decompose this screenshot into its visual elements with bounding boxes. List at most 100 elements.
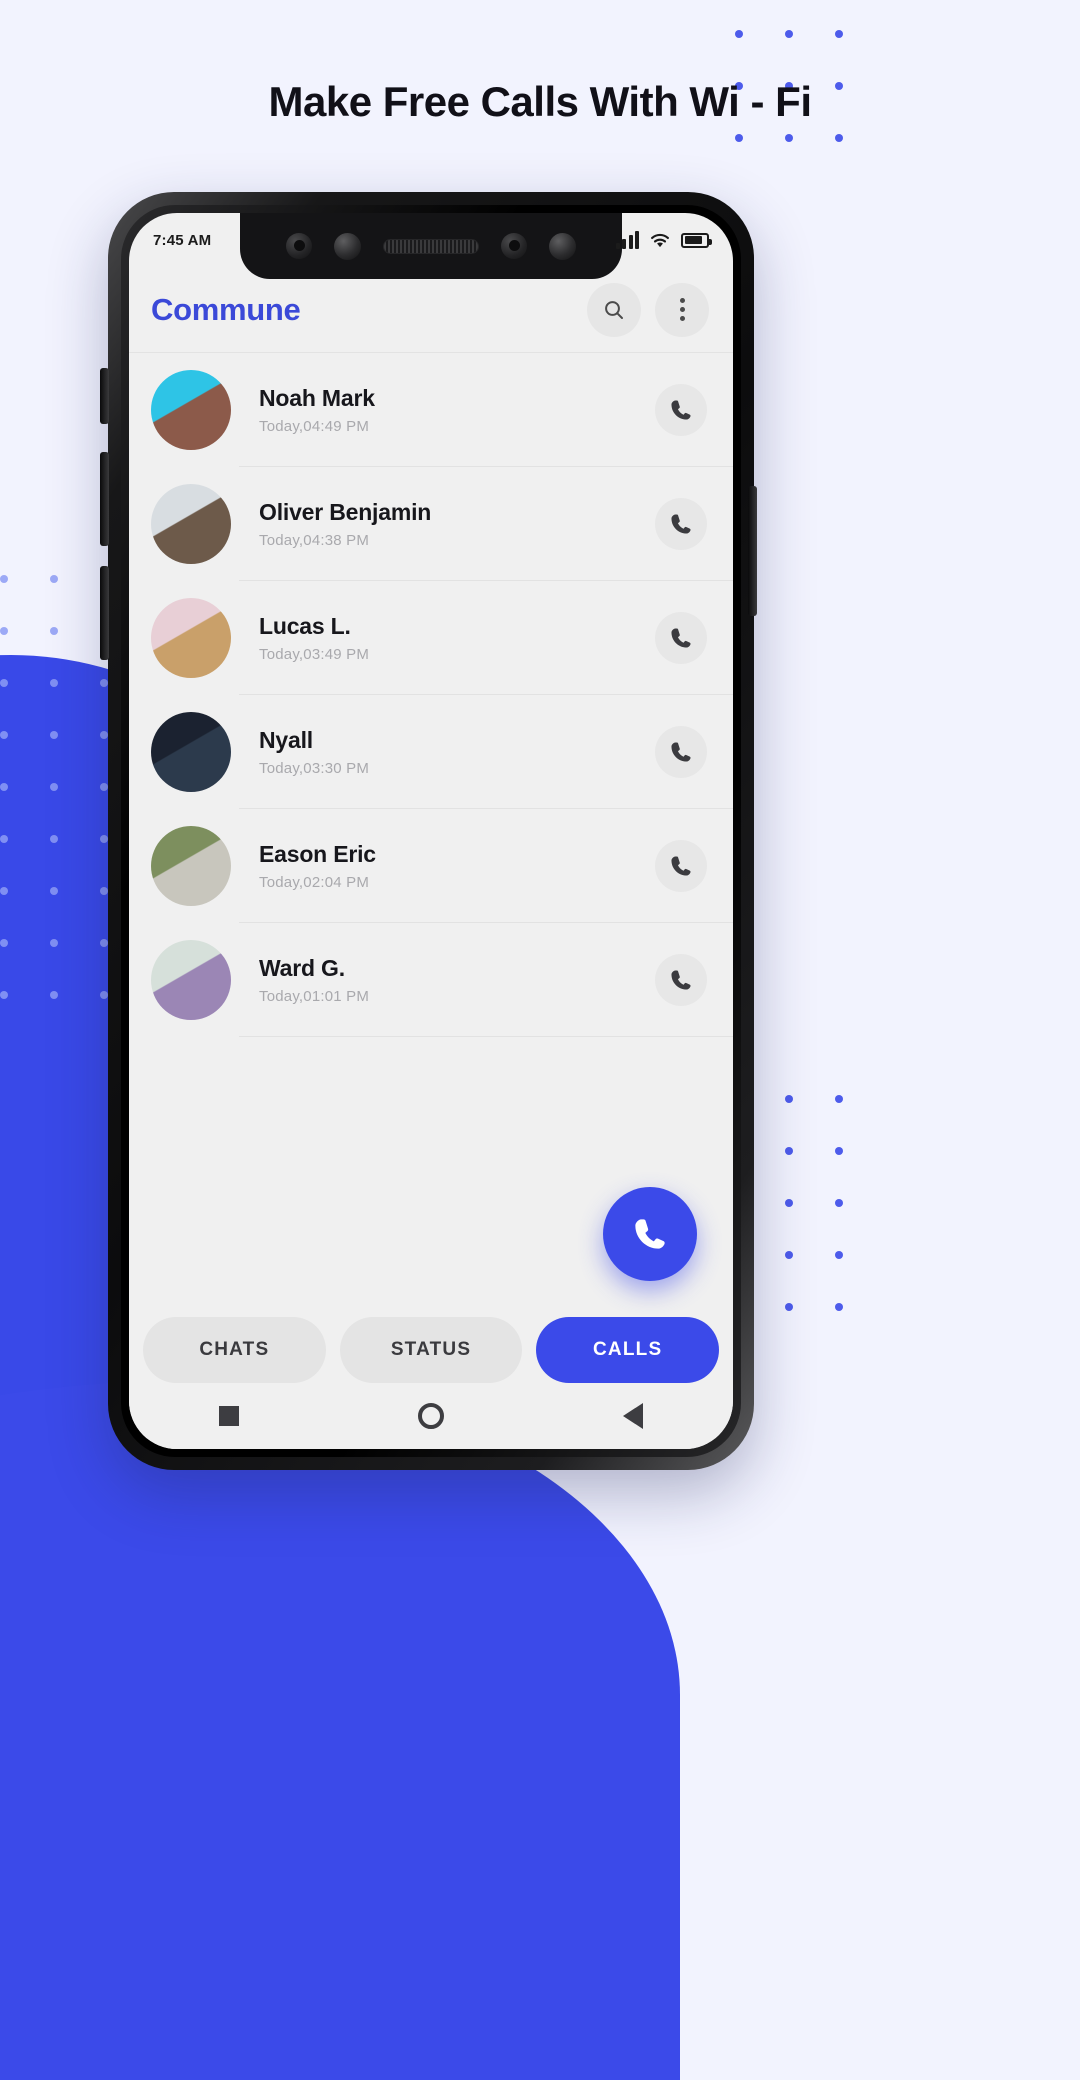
contact-name: Noah Mark — [259, 385, 375, 411]
call-info: Noah Mark Today,04:49 PM — [231, 385, 655, 435]
bottom-tab-bar: CHATS STATUS CALLS — [129, 1317, 733, 1383]
decorative-dot — [835, 1147, 843, 1155]
call-timestamp: Today,04:49 PM — [259, 418, 370, 435]
contact-name: Nyall — [259, 727, 313, 753]
decorative-dot — [735, 30, 743, 38]
avatar — [151, 712, 231, 792]
phone-bezel: 7:45 AM Commune Noah Mark Today,04:49 PM… — [121, 205, 741, 1457]
decorative-dot — [785, 1147, 793, 1155]
call-timestamp: Today,02:04 PM — [259, 874, 370, 891]
phone-icon — [635, 1219, 665, 1249]
decorative-dot — [0, 575, 8, 583]
circle-icon[interactable] — [417, 1403, 444, 1429]
android-nav-bar — [129, 1383, 733, 1449]
decorative-dot — [50, 887, 58, 895]
decorative-dot — [50, 939, 58, 947]
call-log-list: Noah Mark Today,04:49 PM Oliver Benjamin To… — [129, 353, 733, 1037]
decorative-dot — [50, 783, 58, 791]
app-bar: Commune — [129, 267, 733, 353]
call-timestamp: Today,03:30 PM — [259, 760, 370, 777]
decorative-dot — [50, 679, 58, 687]
decorative-dot — [100, 679, 108, 687]
triangle-back-icon[interactable] — [623, 1403, 644, 1429]
decorative-dot — [785, 1303, 793, 1311]
phone-icon — [671, 400, 691, 420]
call-info: Nyall Today,03:30 PM — [231, 727, 655, 777]
decorative-dot — [835, 1199, 843, 1207]
decorative-dot — [100, 939, 108, 947]
decorative-dot — [835, 1095, 843, 1103]
decorative-dot — [0, 627, 8, 635]
search-button[interactable] — [587, 282, 641, 337]
decorative-dot — [100, 835, 108, 843]
phone-screen: 7:45 AM Commune Noah Mark Today,04:49 PM… — [129, 213, 733, 1449]
decorative-dot — [100, 887, 108, 895]
decorative-dot — [835, 1251, 843, 1259]
new-call-fab[interactable] — [603, 1187, 697, 1281]
phone-button-mute — [100, 368, 109, 424]
decorative-dot — [785, 30, 793, 38]
square-icon[interactable] — [218, 1406, 239, 1426]
call-info: Eason Eric Today,02:04 PM — [231, 841, 655, 891]
avatar — [151, 598, 231, 678]
avatar — [151, 484, 231, 564]
overflow-menu-button[interactable] — [655, 282, 709, 337]
call-back-button[interactable] — [655, 498, 707, 550]
call-timestamp: Today,04:38 PM — [259, 532, 370, 549]
page-title: Make Free Calls With Wi - Fi — [268, 78, 812, 125]
decorative-dot — [0, 783, 8, 791]
status-time: 7:45 AM — [153, 231, 212, 249]
call-log-row[interactable]: Noah Mark Today,04:49 PM — [129, 353, 733, 467]
contact-name: Eason Eric — [259, 841, 376, 867]
call-log-row[interactable]: Oliver Benjamin Today,04:38 PM — [129, 467, 733, 581]
call-log-row[interactable]: Nyall Today,03:30 PM — [129, 695, 733, 809]
signal-bars-icon — [615, 231, 639, 249]
call-timestamp: Today,01:01 PM — [259, 988, 370, 1005]
decorative-dot — [100, 731, 108, 739]
call-back-button[interactable] — [655, 954, 707, 1006]
decorative-dot — [50, 835, 58, 843]
call-info: Ward G. Today,01:01 PM — [231, 955, 655, 1005]
app-title: Commune — [151, 291, 301, 327]
contact-name: Ward G. — [259, 955, 345, 981]
phone-icon — [671, 514, 691, 534]
decorative-dot — [785, 134, 793, 142]
phone-icon — [671, 628, 691, 648]
call-timestamp: Today,03:49 PM — [259, 646, 370, 663]
wifi-icon — [651, 233, 669, 247]
decorative-dot — [100, 991, 108, 999]
call-log-row[interactable]: Eason Eric Today,02:04 PM — [129, 809, 733, 923]
call-log-row[interactable]: Ward G. Today,01:01 PM — [129, 923, 733, 1037]
tab-chats[interactable]: CHATS — [143, 1317, 326, 1383]
decorative-dot — [0, 939, 8, 947]
decorative-dot — [835, 134, 843, 142]
decorative-dot — [100, 783, 108, 791]
decorative-dot — [0, 991, 8, 999]
phone-mockup: 7:45 AM Commune Noah Mark Today,04:49 PM… — [108, 192, 754, 1470]
avatar — [151, 940, 231, 1020]
avatar — [151, 370, 231, 450]
phone-icon — [671, 856, 691, 876]
call-back-button[interactable] — [655, 612, 707, 664]
call-back-button[interactable] — [655, 726, 707, 778]
call-back-button[interactable] — [655, 840, 707, 892]
decorative-dot — [785, 1199, 793, 1207]
phone-button-volume-up — [100, 452, 109, 546]
phone-button-volume-down — [100, 566, 109, 660]
phone-icon — [671, 742, 691, 762]
status-bar: 7:45 AM — [129, 213, 733, 267]
call-back-button[interactable] — [655, 384, 707, 436]
decorative-dot — [50, 731, 58, 739]
tab-status[interactable]: STATUS — [339, 1317, 523, 1383]
decorative-dot — [0, 679, 8, 687]
decorative-dot — [0, 835, 8, 843]
decorative-dot — [785, 1095, 793, 1103]
more-vertical-icon — [679, 298, 685, 321]
tab-calls[interactable]: CALLS — [536, 1317, 720, 1383]
decorative-dot — [0, 887, 8, 895]
battery-icon — [681, 232, 712, 248]
decorative-dot — [835, 1303, 843, 1311]
decorative-dot — [735, 134, 743, 142]
call-log-row[interactable]: Lucas L. Today,03:49 PM — [129, 581, 733, 695]
background-blob-bottom — [0, 1380, 680, 2080]
